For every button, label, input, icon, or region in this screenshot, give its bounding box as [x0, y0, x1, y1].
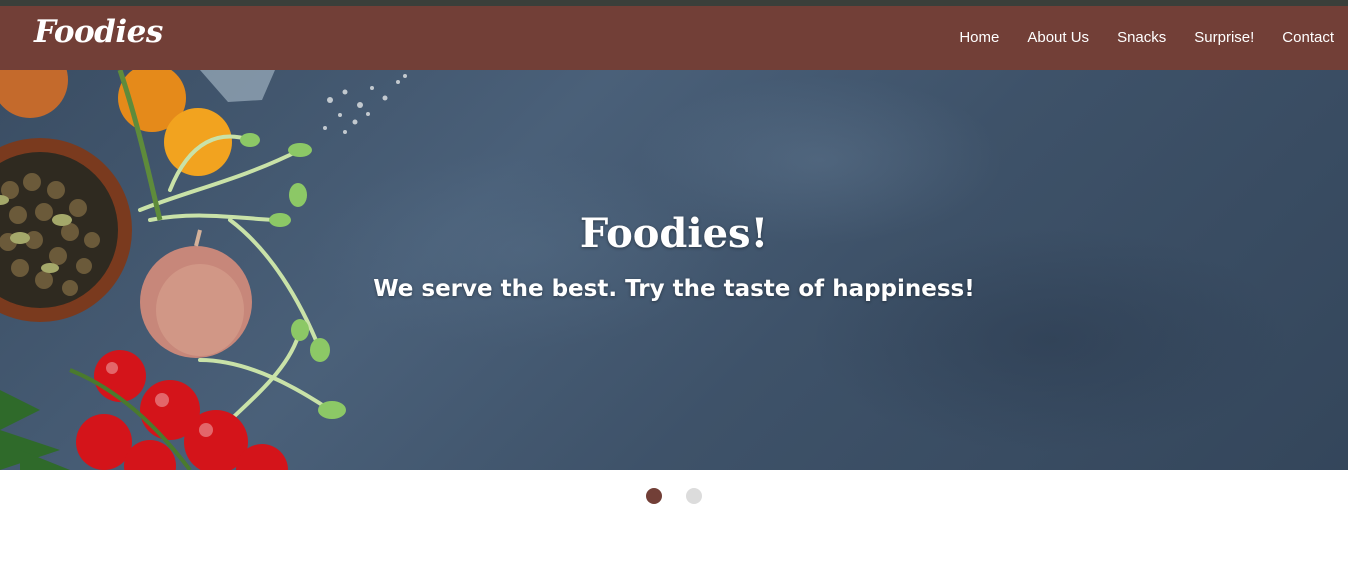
nav-home-link[interactable]: Home — [945, 6, 1013, 70]
carousel-indicators — [0, 488, 1348, 504]
hero-subtitle: We serve the best. Try the taste of happ… — [373, 276, 975, 302]
nav-about-link[interactable]: About Us — [1013, 6, 1103, 70]
carousel-dot-2[interactable] — [686, 488, 702, 504]
nav-snacks-link[interactable]: Snacks — [1103, 6, 1180, 70]
brand-logo[interactable]: Foodies — [34, 14, 163, 50]
vegetables-illustration — [0, 70, 407, 470]
navbar: Foodies Home About Us Snacks Surprise! C… — [0, 6, 1348, 70]
nav-surprise-link[interactable]: Surprise! — [1180, 6, 1268, 70]
nav-contact-link[interactable]: Contact — [1268, 6, 1348, 70]
hero-title: Foodies! — [579, 210, 769, 257]
hero-slide: Foodies! We serve the best. Try the tast… — [0, 70, 1348, 470]
main-nav: Home About Us Snacks Surprise! Contact — [945, 6, 1348, 70]
carousel-dot-1[interactable] — [646, 488, 662, 504]
